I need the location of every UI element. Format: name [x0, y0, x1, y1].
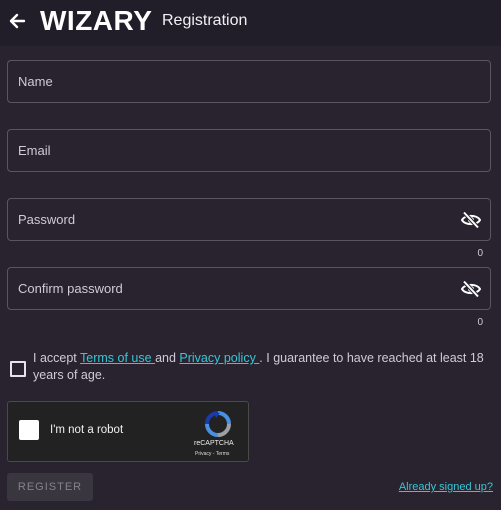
terms-checkbox[interactable]: [10, 361, 26, 377]
eye-off-icon[interactable]: [461, 211, 481, 229]
terms-prefix: I accept: [33, 351, 81, 365]
privacy-policy-link[interactable]: Privacy policy: [179, 351, 259, 365]
register-button[interactable]: REGISTER: [7, 473, 93, 501]
confirm-password-field[interactable]: Confirm password: [7, 267, 491, 310]
header: WIZARY Registration: [0, 0, 501, 46]
terms-of-use-link[interactable]: Terms of use: [80, 351, 155, 365]
recaptcha-widget: I'm not a robot reCAPTCHA Privacy - Term…: [7, 401, 249, 462]
page-title: Registration: [162, 12, 248, 29]
recaptcha-label: I'm not a robot: [50, 424, 124, 436]
name-placeholder: Name: [18, 74, 53, 89]
recaptcha-checkbox[interactable]: [19, 420, 39, 440]
password-field[interactable]: Password: [7, 198, 491, 241]
confirm-password-placeholder: Confirm password: [18, 281, 123, 296]
email-placeholder: Email: [18, 143, 51, 158]
confirm-password-counter: 0: [477, 317, 483, 328]
name-field[interactable]: Name: [7, 60, 491, 103]
terms-text: I accept Terms of use and Privacy policy…: [33, 350, 493, 384]
eye-off-icon[interactable]: [461, 280, 481, 298]
already-signed-up-link[interactable]: Already signed up?: [399, 481, 493, 493]
password-placeholder: Password: [18, 212, 76, 227]
recaptcha-icon: [205, 411, 231, 437]
back-arrow-icon[interactable]: [8, 12, 26, 30]
terms-and: and: [155, 351, 180, 365]
password-counter: 0: [477, 248, 483, 259]
brand-logo: WIZARY: [40, 5, 153, 36]
recaptcha-links[interactable]: Privacy - Terms: [195, 451, 229, 457]
email-field[interactable]: Email: [7, 129, 491, 172]
recaptcha-brand: reCAPTCHA: [194, 440, 234, 447]
